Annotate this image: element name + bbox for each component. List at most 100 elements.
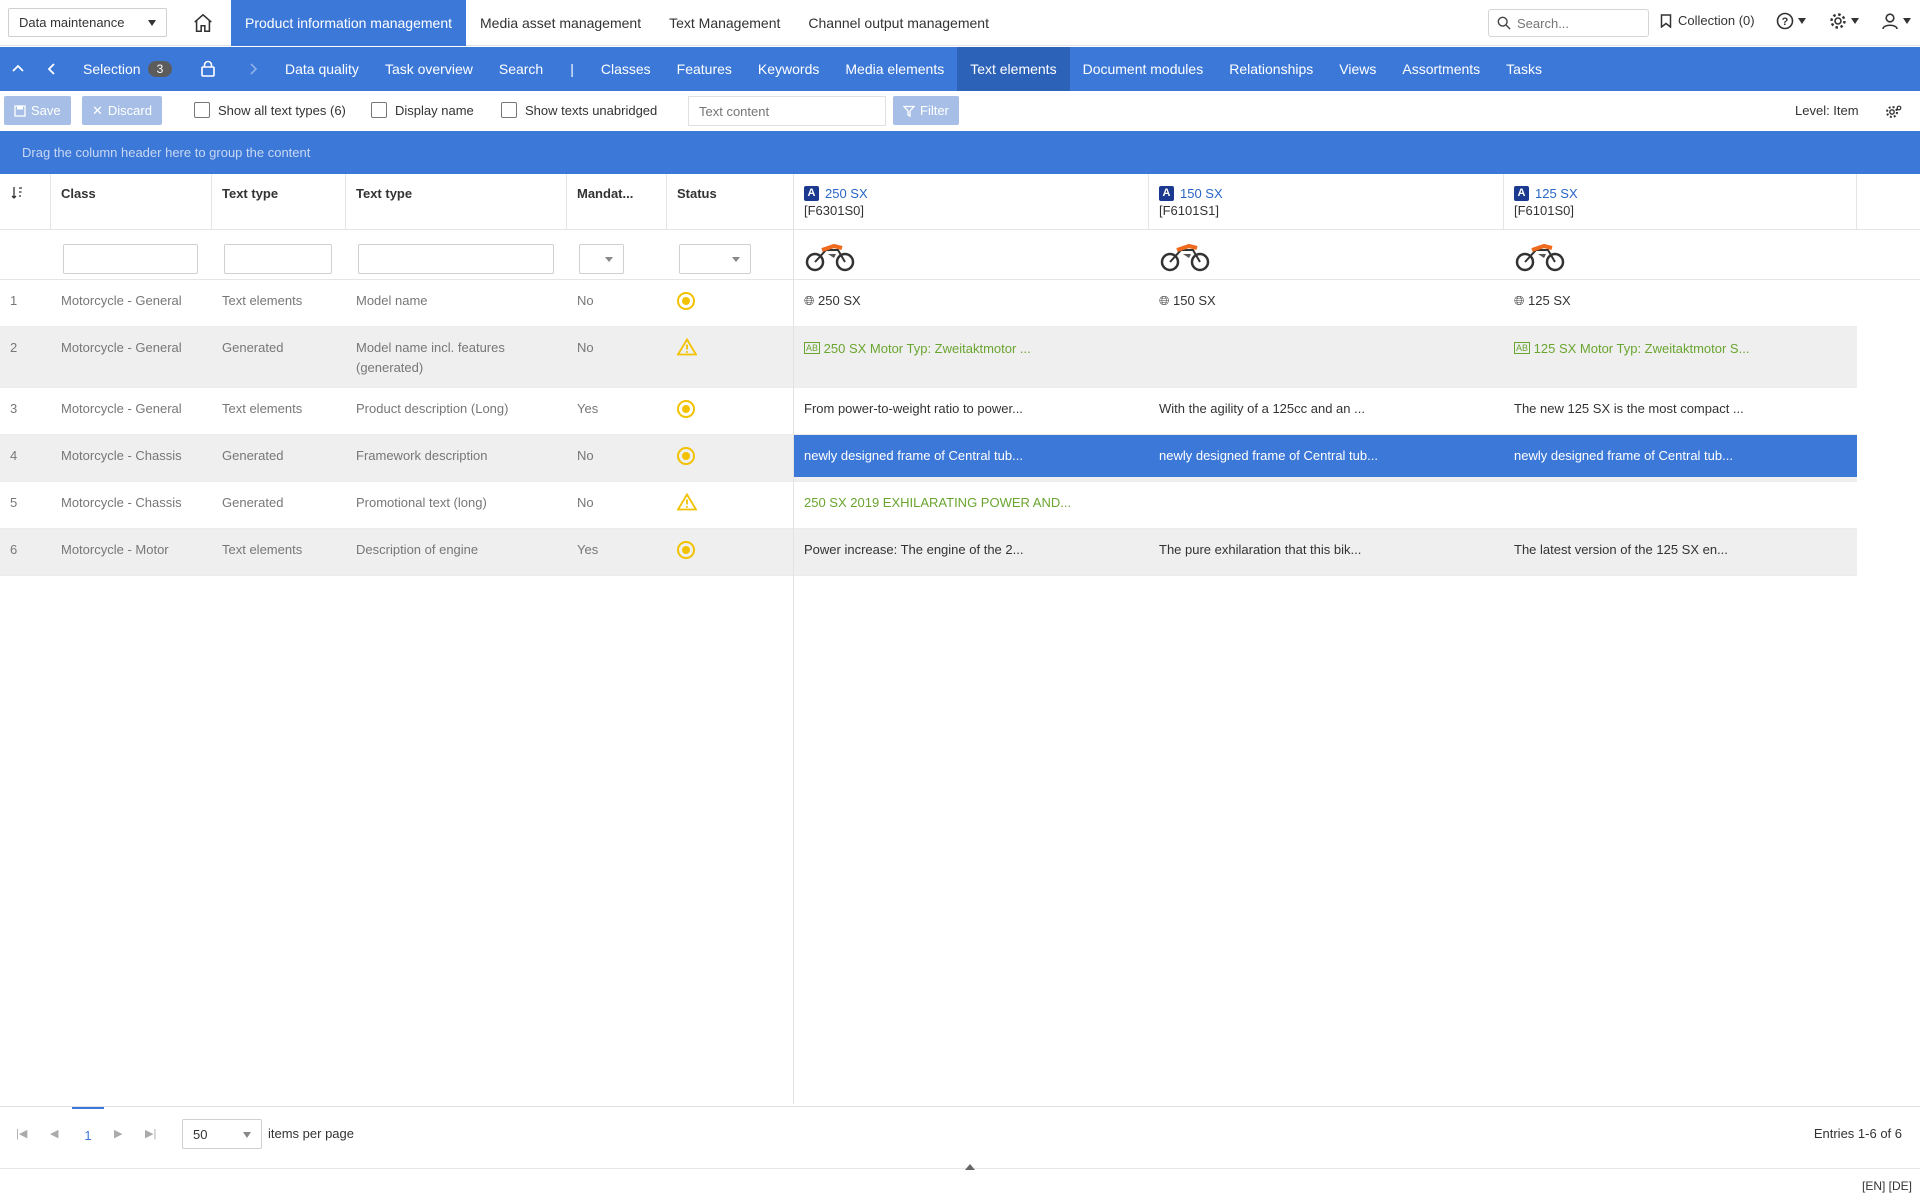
row-number: 6 — [10, 542, 18, 557]
selection-label: Selection — [83, 61, 141, 77]
product-1-value-cell[interactable]: Power increase: The engine of the 2... — [794, 529, 1149, 571]
items-per-page-select[interactable]: 50 — [182, 1119, 262, 1149]
selection-button[interactable]: Selection 3 — [83, 47, 173, 91]
table-row[interactable]: 2 Motorcycle - General Generated Model n… — [0, 327, 1857, 388]
text-type-cell: Description of engine — [356, 542, 479, 557]
product-2-value-cell[interactable]: 🌐︎ 150 SX — [1149, 280, 1504, 322]
first-page-icon[interactable]: |◀ — [16, 1127, 27, 1140]
status-bar: [EN] [DE] — [0, 1164, 1920, 1200]
column-header-product-3[interactable]: A 125 SX [F6101S0] — [1504, 174, 1857, 229]
nav-search[interactable]: Search — [486, 47, 556, 91]
chevron-up-icon[interactable] — [9, 60, 27, 78]
nav-media-elements[interactable]: Media elements — [832, 47, 957, 91]
chevron-right-icon[interactable] — [244, 60, 262, 78]
lock-icon[interactable] — [199, 60, 217, 78]
display-name-checkbox[interactable]: Display name — [371, 102, 474, 118]
nav-features[interactable]: Features — [664, 47, 745, 91]
search-input[interactable] — [1517, 15, 1637, 31]
class-filter-input[interactable] — [63, 244, 198, 274]
column-header-text-type-source[interactable]: Text type — [212, 174, 346, 229]
sort-header[interactable] — [0, 174, 51, 229]
module-select[interactable]: Data maintenance — [8, 8, 167, 37]
tab-pim[interactable]: Product information management — [231, 0, 466, 46]
mandatory-filter-select[interactable] — [579, 244, 624, 274]
product-name[interactable]: 125 SX — [1535, 186, 1578, 201]
home-icon[interactable] — [192, 12, 214, 34]
product-2-value-cell[interactable] — [1149, 482, 1504, 504]
show-unabridged-checkbox[interactable]: Show texts unabridged — [501, 102, 657, 118]
row-number: 2 — [10, 340, 18, 355]
text-type-filter-input[interactable] — [358, 244, 554, 274]
toolbar: Save ✕ Discard Show all text types (6) D… — [0, 91, 1920, 131]
column-header-product-2[interactable]: A 150 SX [F6101S1] — [1149, 174, 1504, 229]
filter-button[interactable]: Filter — [893, 96, 959, 125]
nav-keywords[interactable]: Keywords — [745, 47, 832, 91]
tab-text-management[interactable]: Text Management — [655, 0, 794, 46]
help-menu[interactable]: ? — [1776, 12, 1806, 30]
checkbox-box[interactable] — [371, 102, 387, 118]
product-2-value-cell[interactable]: newly designed frame of Central tub... — [1149, 435, 1504, 477]
product-2-value-cell[interactable]: The pure exhilaration that this bik... — [1149, 529, 1504, 571]
table-row[interactable]: 3 Motorcycle - General Text elements Pro… — [0, 388, 1857, 435]
product-3-value-cell[interactable]: The new 125 SX is the most compact ... — [1504, 388, 1857, 430]
nav-relationships[interactable]: Relationships — [1216, 47, 1326, 91]
group-drop-zone[interactable]: Drag the column header here to group the… — [0, 131, 1920, 174]
column-header-class[interactable]: Class — [51, 174, 212, 229]
table-row[interactable]: 6 Motorcycle - Motor Text elements Descr… — [0, 529, 1857, 576]
product-1-value-cell[interactable]: From power-to-weight ratio to power... — [794, 388, 1149, 430]
save-button[interactable]: Save — [4, 96, 71, 125]
page-number[interactable]: 1 — [72, 1107, 104, 1161]
last-page-icon[interactable]: ▶| — [145, 1127, 156, 1140]
product-1-value-cell[interactable]: 🌐︎ 250 SX — [794, 280, 1149, 322]
nav-document-modules[interactable]: Document modules — [1070, 47, 1217, 91]
nav-assortments[interactable]: Assortments — [1389, 47, 1493, 91]
collection-button[interactable]: Collection (0) — [1660, 13, 1755, 28]
nav-views[interactable]: Views — [1326, 47, 1389, 91]
table-row[interactable]: 5 Motorcycle - Chassis Generated Promoti… — [0, 482, 1857, 529]
product-3-value-cell[interactable]: AB 125 SX Motor Typ: Zweitaktmotor S... — [1504, 327, 1857, 370]
checkbox-box[interactable] — [194, 102, 210, 118]
chevron-down-icon — [148, 19, 156, 26]
column-header-text-type[interactable]: Text type — [346, 174, 567, 229]
product-3-value-cell[interactable] — [1504, 482, 1857, 504]
product-3-value-cell[interactable]: The latest version of the 125 SX en... — [1504, 529, 1857, 571]
nav-text-elements[interactable]: Text elements — [957, 47, 1070, 91]
product-1-value-cell[interactable]: 250 SX 2019 EXHILARATING POWER AND... — [794, 482, 1149, 524]
column-header-mandatory[interactable]: Mandat... — [567, 174, 667, 229]
tab-channel-output[interactable]: Channel output management — [794, 0, 1003, 46]
nav-classes[interactable]: Classes — [588, 47, 664, 91]
product-3-value-cell[interactable]: newly designed frame of Central tub... — [1504, 435, 1857, 477]
product-2-value-cell[interactable]: With the agility of a 125cc and an ... — [1149, 388, 1504, 430]
status-filter-select[interactable] — [679, 244, 751, 274]
chevron-left-icon[interactable] — [43, 60, 61, 78]
nav-data-quality[interactable]: Data quality — [272, 47, 372, 91]
column-settings-icon[interactable] — [1885, 103, 1903, 121]
product-3-value-cell[interactable]: 🌐︎ 125 SX — [1504, 280, 1857, 322]
text-content-input[interactable] — [688, 96, 886, 126]
checkbox-box[interactable] — [501, 102, 517, 118]
table-row[interactable]: 1 Motorcycle - General Text elements Mod… — [0, 280, 1857, 327]
user-menu[interactable] — [1881, 12, 1911, 30]
column-header-product-1[interactable]: A 250 SX [F6301S0] — [794, 174, 1149, 229]
nav-tasks[interactable]: Tasks — [1493, 47, 1555, 91]
product-2-value-cell[interactable] — [1149, 327, 1504, 349]
tab-mam[interactable]: Media asset management — [466, 0, 655, 46]
nav-task-overview[interactable]: Task overview — [372, 47, 486, 91]
product-1-value-cell[interactable]: newly designed frame of Central tub... — [794, 435, 1149, 477]
discard-label: Discard — [107, 103, 152, 118]
global-search[interactable] — [1488, 9, 1649, 37]
product-name[interactable]: 250 SX — [825, 186, 868, 201]
show-all-text-types-checkbox[interactable]: Show all text types (6) — [194, 102, 346, 118]
table-row-selected[interactable]: 4 Motorcycle - Chassis Generated Framewo… — [0, 435, 1857, 482]
product-1-value-cell[interactable]: AB 250 SX Motor Typ: Zweitaktmotor ... — [794, 327, 1149, 370]
discard-button[interactable]: ✕ Discard — [82, 96, 162, 125]
language-indicator[interactable]: [EN] [DE] — [1862, 1179, 1912, 1193]
next-page-icon[interactable]: ▶ — [114, 1127, 122, 1140]
column-header-status[interactable]: Status — [667, 174, 794, 229]
settings-menu[interactable] — [1829, 12, 1859, 30]
class-cell: Motorcycle - Chassis — [61, 448, 182, 463]
prev-page-icon[interactable]: ◀ — [50, 1127, 58, 1140]
expand-up-icon[interactable] — [964, 1163, 976, 1171]
product-name[interactable]: 150 SX — [1180, 186, 1223, 201]
source-filter-input[interactable] — [224, 244, 332, 274]
